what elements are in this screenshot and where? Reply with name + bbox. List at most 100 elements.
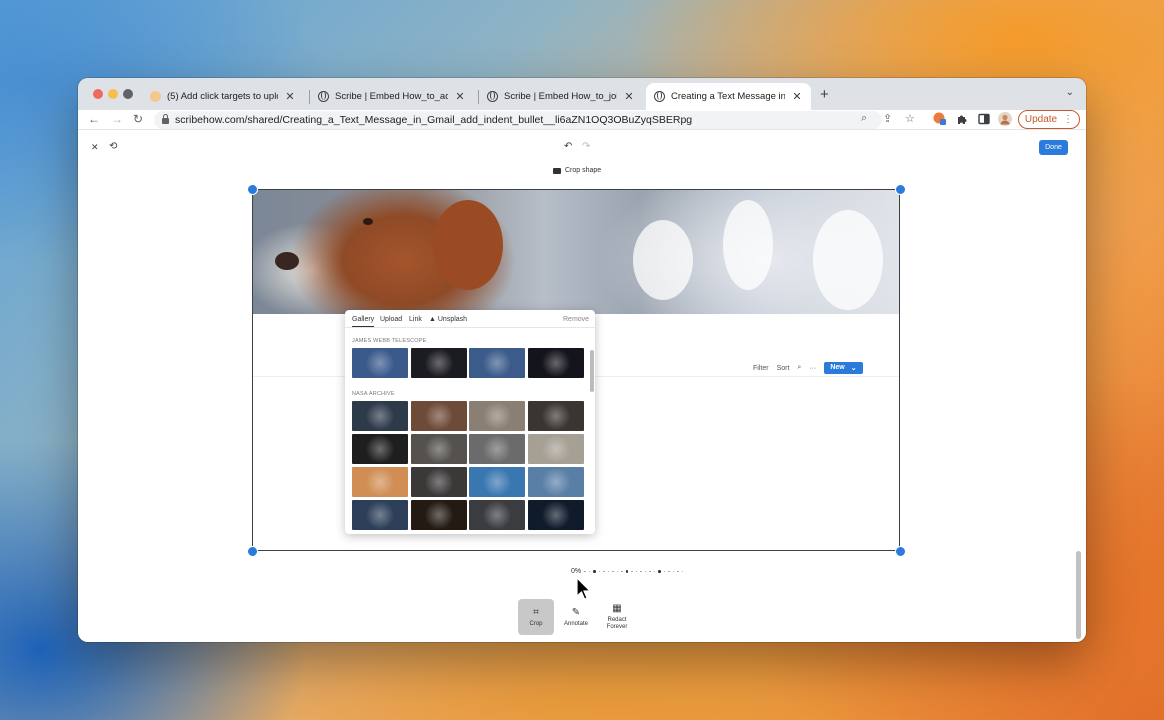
filter-button[interactable]: Filter (753, 365, 769, 372)
minimize-window-button[interactable] (108, 89, 118, 99)
new-button[interactable]: New ⌄ (824, 362, 863, 374)
crop-tool-button[interactable]: ⌗ Crop (518, 599, 554, 635)
tab-label: Scribe | Embed How_to_join_a (504, 91, 617, 102)
tab-unsplash[interactable]: ▲ Unsplash (429, 316, 467, 323)
zoom-tick (672, 570, 675, 573)
gallery-thumbnail[interactable] (527, 401, 584, 431)
section-label: NASA ARCHIVE (352, 391, 395, 397)
search-icon[interactable]: ⌕ (797, 364, 801, 372)
zoom-icon[interactable]: ⌕ (861, 112, 867, 125)
picker-scrollbar[interactable] (590, 350, 594, 392)
puzzle-extensions-icon[interactable] (955, 112, 969, 126)
close-editor-icon[interactable]: ✕ (91, 142, 99, 153)
maximize-window-button[interactable] (123, 89, 133, 99)
zoom-ticks (584, 570, 684, 573)
history-icon[interactable]: ⟲ (109, 141, 117, 152)
dog-ear-shape (433, 200, 503, 290)
gallery-thumbnail[interactable] (352, 401, 408, 431)
dog-nose-shape (275, 252, 299, 270)
new-label: New (830, 364, 845, 371)
gallery-thumbnail[interactable] (352, 434, 408, 464)
zoom-tick (658, 570, 661, 573)
orange-circle-icon (150, 91, 161, 102)
gallery-thumbnail[interactable] (410, 348, 467, 378)
browser-toolbar: ← → ↻ scribehow.com/shared/Creating_a_Te… (78, 110, 1086, 130)
new-tab-button[interactable]: + (820, 86, 829, 103)
tab-add-click-targets[interactable]: (5) Add click targets to upload ✕ (142, 83, 304, 110)
share-icon[interactable]: ⇪ (883, 112, 892, 125)
crop-area[interactable]: Filter Sort ⌕ ··· New ⌄ Gallery Upload L… (252, 189, 900, 551)
cover-picker-panel: Gallery Upload Link ▲ Unsplash Remove JA… (345, 310, 595, 534)
zoom-slider[interactable]: 0% (571, 568, 684, 575)
gallery-thumbnail[interactable] (410, 467, 467, 497)
tab-link[interactable]: Link (409, 316, 422, 323)
crop-handle-bottom-left[interactable] (247, 546, 258, 557)
close-icon[interactable]: ✕ (454, 90, 466, 103)
lock-icon[interactable] (162, 114, 169, 124)
zoom-tick (631, 570, 633, 573)
redact-tool-button[interactable]: ▦ Redact Forever (599, 599, 635, 635)
gallery-thumbnail[interactable] (469, 434, 525, 464)
tab-label: (5) Add click targets to upload (167, 91, 278, 102)
gallery-thumbnail[interactable] (469, 401, 525, 431)
tab-upload[interactable]: Upload (380, 316, 402, 323)
gallery-thumbnail[interactable] (527, 434, 584, 464)
update-label: Update (1024, 114, 1058, 125)
zoom-tick (588, 570, 591, 573)
tab-scribe-embed-add[interactable]: Scribe | Embed How_to_add_t ✕ (310, 83, 474, 110)
gallery-thumbnail[interactable] (352, 348, 408, 378)
tab-creating-text-message[interactable]: Creating a Text Message in Gm ✕ (646, 83, 811, 110)
gallery-thumbnail[interactable] (527, 348, 584, 378)
close-window-button[interactable] (93, 89, 103, 99)
zoom-tick (677, 570, 679, 573)
done-button[interactable]: Done (1039, 140, 1068, 155)
crop-handle-top-right[interactable] (895, 184, 906, 195)
forward-arrow-icon[interactable]: → (111, 112, 123, 126)
zoom-tick (653, 570, 656, 573)
zoom-tick (612, 570, 614, 573)
gallery-thumbnail[interactable] (469, 500, 525, 530)
gallery-thumbnail[interactable] (352, 500, 408, 530)
remove-button[interactable]: Remove (563, 316, 589, 323)
sort-button[interactable]: Sort (777, 365, 790, 372)
close-icon[interactable]: ✕ (623, 90, 635, 103)
back-arrow-icon[interactable]: ← (88, 112, 100, 126)
tab-scribe-embed-join[interactable]: Scribe | Embed How_to_join_a ✕ (479, 83, 643, 110)
crop-handle-bottom-right[interactable] (895, 546, 906, 557)
tab-search-button[interactable]: ⌄ (1066, 87, 1074, 98)
mouse-cursor-icon (576, 577, 592, 600)
reload-icon[interactable]: ↻ (133, 112, 143, 126)
tab-gallery[interactable]: Gallery (352, 316, 375, 327)
page-content: ✕ ⟲ ↶ ↷ Done Crop shape Filter Sort ⌕ ··… (78, 131, 1086, 642)
close-icon[interactable]: ✕ (791, 90, 803, 103)
url-text[interactable]: scribehow.com/shared/Creating_a_Text_Mes… (175, 114, 692, 126)
zoom-tick (616, 570, 619, 573)
close-icon[interactable]: ✕ (284, 90, 296, 103)
gallery-thumbnail[interactable] (469, 348, 525, 378)
update-button[interactable]: Update ⋮ (1018, 110, 1080, 129)
bookmark-star-icon[interactable]: ☆ (905, 112, 915, 125)
address-bar[interactable]: scribehow.com/shared/Creating_a_Text_Mes… (154, 111, 882, 129)
crop-shape-button[interactable]: Crop shape (553, 167, 601, 174)
gallery-thumbnail[interactable] (527, 467, 584, 497)
gallery-thumbnail[interactable] (410, 500, 467, 530)
unsplash-label: Unsplash (437, 316, 468, 323)
page-scrollbar[interactable] (1076, 551, 1081, 639)
kebab-menu-icon: ⋮ (1063, 114, 1074, 125)
gallery-thumbnail[interactable] (410, 434, 467, 464)
gallery-thumbnail[interactable] (410, 401, 467, 431)
profile-avatar[interactable] (998, 112, 1012, 126)
pencil-icon: ✎ (571, 607, 581, 618)
annotate-tool-button[interactable]: ✎ Annotate (558, 599, 594, 635)
zoom-tick (625, 570, 629, 573)
undo-icon[interactable]: ↶ (564, 141, 572, 152)
more-icon[interactable]: ··· (809, 365, 816, 372)
redo-icon[interactable]: ↷ (582, 141, 590, 152)
side-panel-icon[interactable] (977, 112, 991, 126)
crop-handle-top-left[interactable] (247, 184, 258, 195)
gallery-thumbnail[interactable] (469, 467, 525, 497)
scribe-extension-icon[interactable] (933, 112, 947, 126)
zoom-tick (593, 570, 596, 573)
gallery-thumbnail[interactable] (527, 500, 584, 530)
gallery-thumbnail[interactable] (352, 467, 408, 497)
